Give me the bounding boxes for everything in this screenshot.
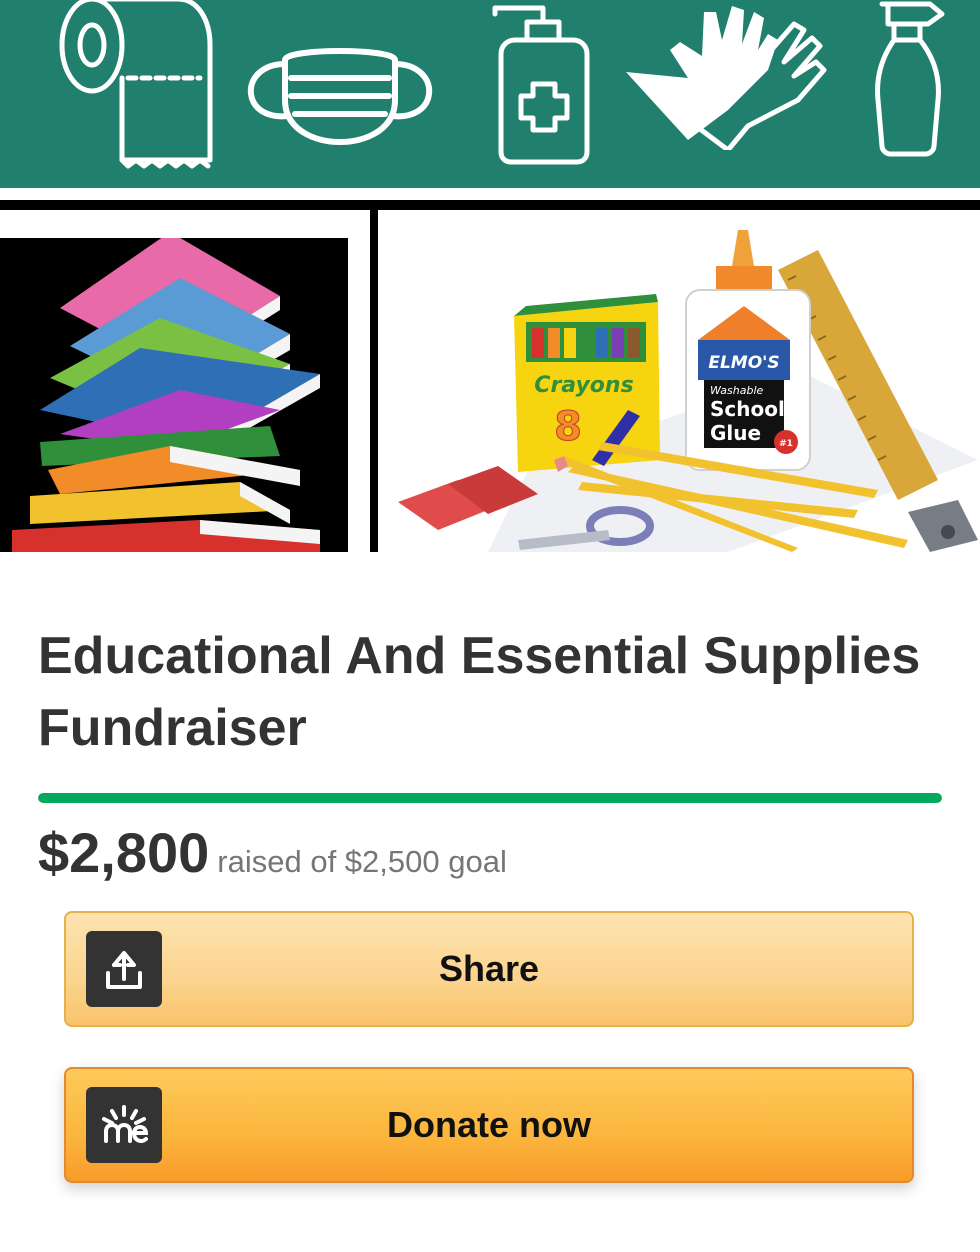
face-mask-icon	[247, 48, 433, 145]
campaign-title: Educational And Essential Supplies Fundr…	[38, 627, 921, 757]
funding-summary: $2,800 raised of $2,500 goal	[38, 820, 507, 885]
banner-gap	[0, 188, 980, 200]
books-stack-illustration	[12, 232, 320, 552]
progress-bar-fill	[38, 793, 942, 803]
crayons-brand-text: Crayons	[534, 373, 633, 398]
share-button-label: Share	[438, 948, 540, 989]
donate-now-button[interactable]: Donate now	[64, 1067, 914, 1183]
crayons-count-text: 8	[554, 404, 582, 450]
essentials-banner	[0, 0, 980, 188]
amount-raised: $2,800	[38, 821, 210, 884]
books-image	[0, 232, 348, 552]
goal-text: raised of $2,500 goal	[217, 844, 507, 879]
panel-divider	[370, 210, 378, 552]
spray-bottle-icon	[875, 1, 945, 157]
glue-badge-text: #1	[779, 439, 793, 449]
hand-sanitizer-icon	[492, 5, 590, 165]
share-button[interactable]: Share	[64, 911, 914, 1027]
glue-brand-text: ELMO'S	[708, 353, 779, 373]
glue-washable-text: Washable	[710, 384, 763, 397]
school-supplies-image: ELMO'S Washable School Glue #1 Crayons 8	[378, 210, 980, 552]
glue-school-text: School	[710, 397, 785, 421]
banner-border	[0, 200, 980, 210]
school-supplies-illustration: ELMO'S Washable School Glue #1 Crayons 8	[398, 230, 978, 552]
gloves-icon	[626, 6, 827, 150]
donate-button-label: Donate now	[387, 1104, 591, 1145]
glue-glue-text: Glue	[710, 421, 761, 445]
toilet-paper-icon	[59, 0, 213, 169]
progress-bar	[38, 793, 942, 803]
hero-image: ELMO'S Washable School Glue #1 Crayons 8	[0, 0, 980, 552]
